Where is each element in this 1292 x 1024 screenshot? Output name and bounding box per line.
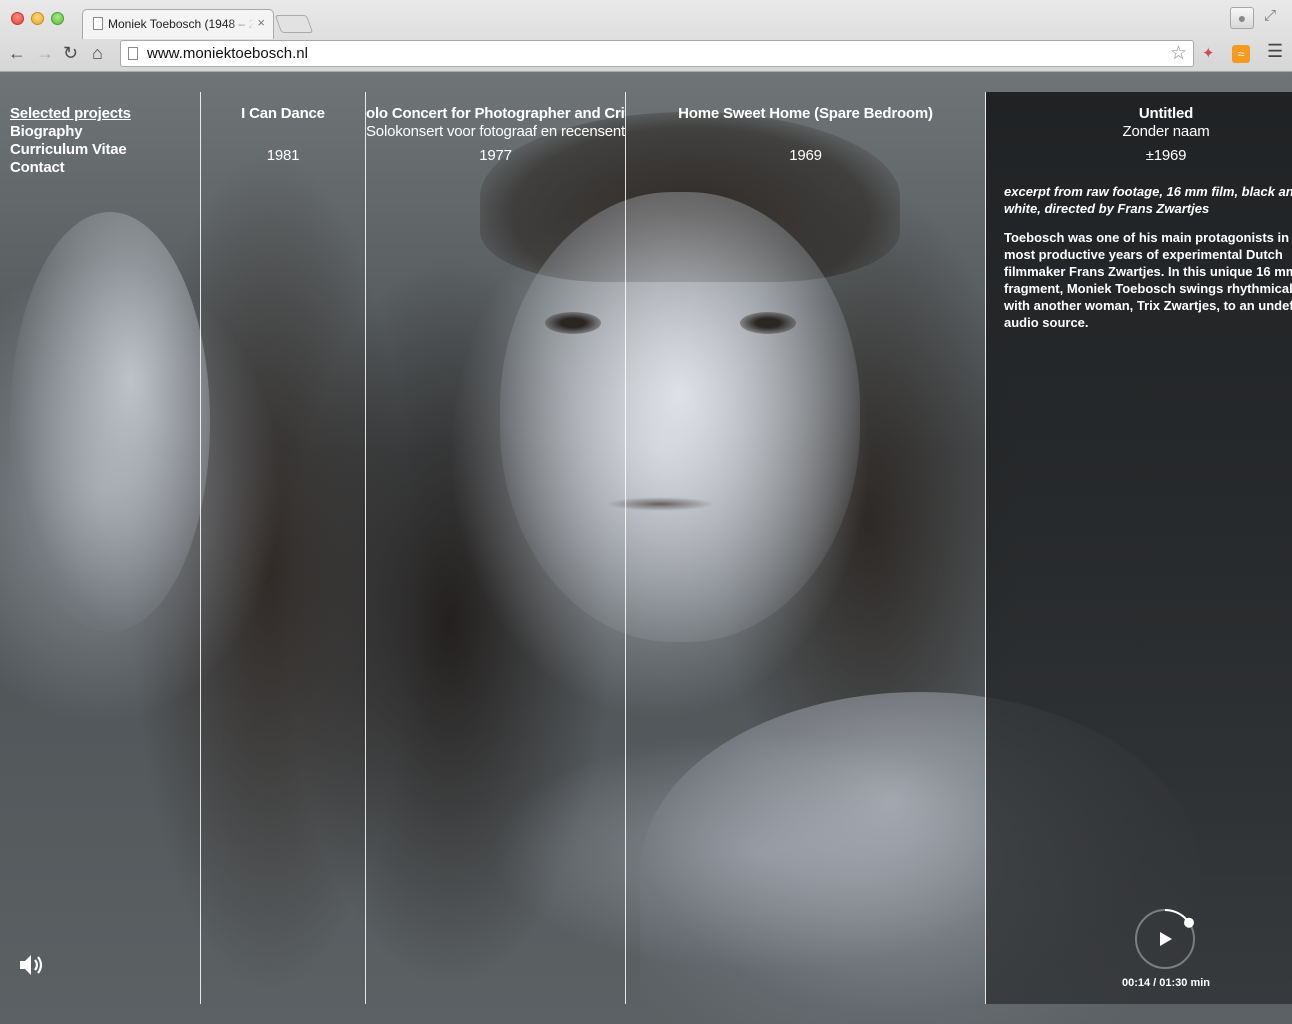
- nav-biography[interactable]: Biography: [10, 123, 131, 141]
- tab-close-icon[interactable]: ×: [257, 15, 265, 30]
- nav-selected-projects[interactable]: Selected projects: [10, 105, 131, 123]
- video-play-button[interactable]: [1134, 908, 1196, 970]
- caption-line: white, directed by Frans Zwartjes: [1004, 201, 1210, 216]
- play-icon: [1160, 932, 1172, 946]
- page-content: Selected projects Biography Curriculum V…: [0, 72, 1292, 1024]
- video-time: 00:14 / 01:30 min: [1121, 977, 1211, 989]
- star-icon[interactable]: ☆: [1170, 42, 1187, 65]
- project-body: Toebosch was one of his main protagonist…: [1004, 229, 1292, 331]
- body-line: audio source.: [1004, 315, 1089, 330]
- page-icon: [93, 17, 103, 30]
- film-still-face: [500, 192, 860, 642]
- fullscreen-icon[interactable]: ⤢: [1264, 7, 1276, 24]
- new-tab-button[interactable]: [274, 15, 314, 33]
- tab-title: Moniek Toebosch (1948 – 2012): [108, 17, 254, 31]
- column-divider: [200, 92, 201, 1004]
- browser-tab[interactable]: Moniek Toebosch (1948 – 2012) ×: [82, 9, 274, 39]
- menu-icon[interactable]: ☰: [1267, 41, 1283, 62]
- reload-icon[interactable]: ↻: [63, 43, 78, 63]
- column-divider: [985, 92, 986, 1004]
- film-still-mouth: [605, 497, 715, 511]
- body-line: most productive years of experimental Du…: [1004, 247, 1283, 262]
- profile-icon[interactable]: ●: [1230, 7, 1254, 29]
- body-line: Toebosch was one of his main protagonist…: [1004, 230, 1292, 245]
- project-description: excerpt from raw footage, 16 mm film, bl…: [1004, 183, 1292, 331]
- address-bar[interactable]: www.moniektoebosch.nl ☆: [120, 40, 1194, 67]
- window-minimize-button[interactable]: [31, 12, 44, 25]
- window-close-button[interactable]: [11, 12, 24, 25]
- forward-icon[interactable]: →: [36, 43, 54, 63]
- body-line: fragment, Moniek Toebosch swings rhythmi…: [1004, 281, 1292, 296]
- progress-handle[interactable]: [1183, 917, 1194, 928]
- project-column[interactable]: I Can Dance 1981: [201, 105, 365, 165]
- body-line: with another woman, Trix Zwartjes, to an…: [1004, 298, 1292, 313]
- project-year: 1981: [266, 147, 300, 164]
- project-title: Untitled: [1138, 105, 1194, 122]
- project-caption: excerpt from raw footage, 16 mm film, bl…: [1004, 183, 1292, 217]
- extension-icon[interactable]: ✦: [1202, 44, 1215, 62]
- project-column-active[interactable]: Untitled Zonder naam ±1969: [986, 105, 1292, 165]
- film-still-eye: [740, 312, 796, 334]
- nav-contact[interactable]: Contact: [10, 159, 131, 177]
- url-text[interactable]: www.moniektoebosch.nl: [147, 45, 308, 62]
- project-title: I Can Dance: [241, 105, 325, 122]
- back-icon[interactable]: ←: [8, 43, 26, 63]
- caption-line: excerpt from raw footage, 16 mm film, bl…: [1004, 184, 1292, 199]
- body-line: filmmaker Frans Zwartjes. In this unique…: [1004, 264, 1292, 279]
- project-column[interactable]: Home Sweet Home (Spare Bedroom) 1969: [626, 105, 985, 165]
- column-divider: [625, 92, 626, 1004]
- speaker-icon[interactable]: [18, 952, 46, 978]
- window-maximize-button[interactable]: [51, 12, 64, 25]
- site-nav: Selected projects Biography Curriculum V…: [10, 105, 131, 177]
- browser-chrome: Moniek Toebosch (1948 – 2012) × ● ⤢ ← → …: [0, 0, 1292, 72]
- column-divider: [365, 92, 366, 1004]
- film-still-face-left: [10, 212, 210, 632]
- film-still-eye: [545, 312, 601, 334]
- page-icon: [128, 47, 138, 60]
- nav-curriculum-vitae[interactable]: Curriculum Vitae: [10, 141, 131, 159]
- project-year: 1969: [789, 147, 822, 164]
- project-subtitle: Solokonsert voor fotograaf en recensent: [366, 123, 625, 140]
- project-year: ±1969: [1145, 147, 1187, 164]
- project-subtitle: Zonder naam: [1122, 123, 1210, 140]
- rss-icon[interactable]: ≈: [1232, 45, 1250, 63]
- project-column[interactable]: olo Concert for Photographer and Crit So…: [366, 105, 625, 165]
- project-title: Home Sweet Home (Spare Bedroom): [678, 105, 933, 122]
- project-title: olo Concert for Photographer and Crit: [366, 105, 625, 122]
- home-icon[interactable]: ⌂: [92, 43, 103, 63]
- project-year: 1977: [479, 147, 512, 164]
